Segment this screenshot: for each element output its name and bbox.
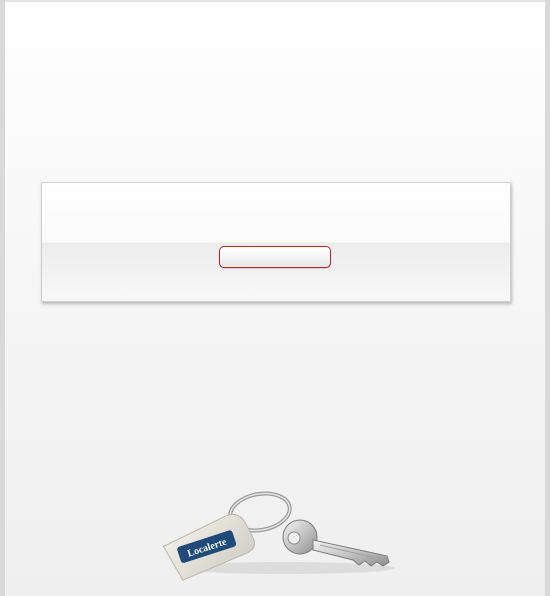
login-button[interactable] (219, 246, 331, 268)
key-icon (282, 519, 390, 567)
key-chain-icon: Localerte (162, 491, 395, 581)
login-panel (41, 182, 511, 302)
page-background: Localerte (5, 0, 545, 596)
